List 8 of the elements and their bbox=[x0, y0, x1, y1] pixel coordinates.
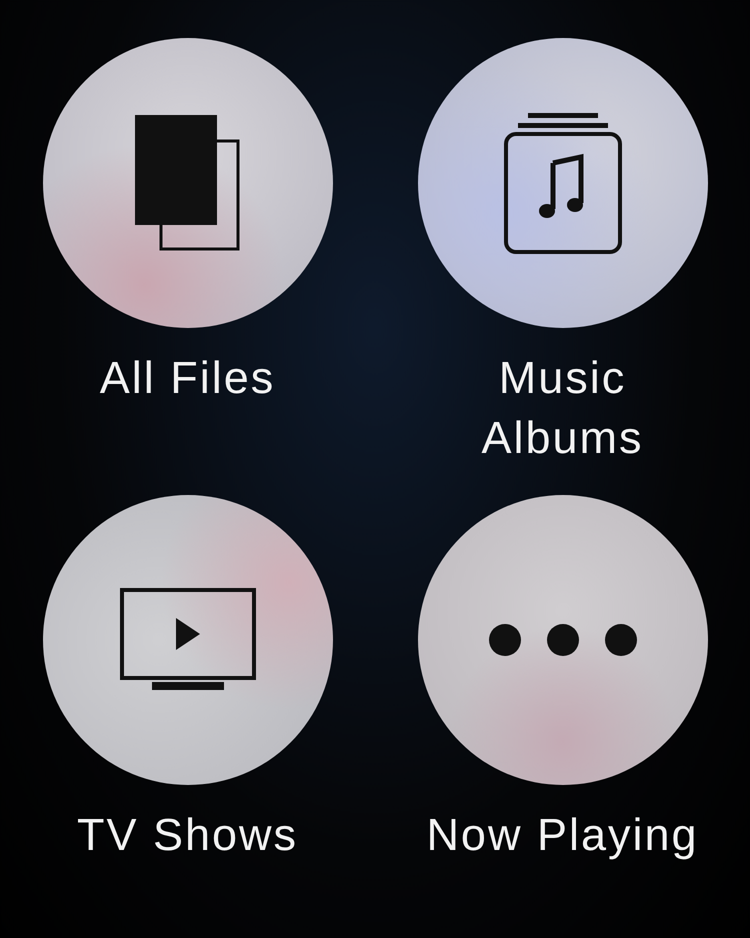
menu-label: All Files bbox=[98, 351, 276, 405]
menu-label: Music Albums bbox=[480, 351, 645, 465]
music-album-icon bbox=[502, 110, 622, 256]
more-icon bbox=[488, 622, 638, 658]
menu-label: TV Shows bbox=[76, 808, 300, 862]
tv-play-icon bbox=[120, 588, 256, 692]
documents-icon bbox=[132, 113, 242, 253]
menu-label: Now Playing bbox=[425, 808, 700, 862]
